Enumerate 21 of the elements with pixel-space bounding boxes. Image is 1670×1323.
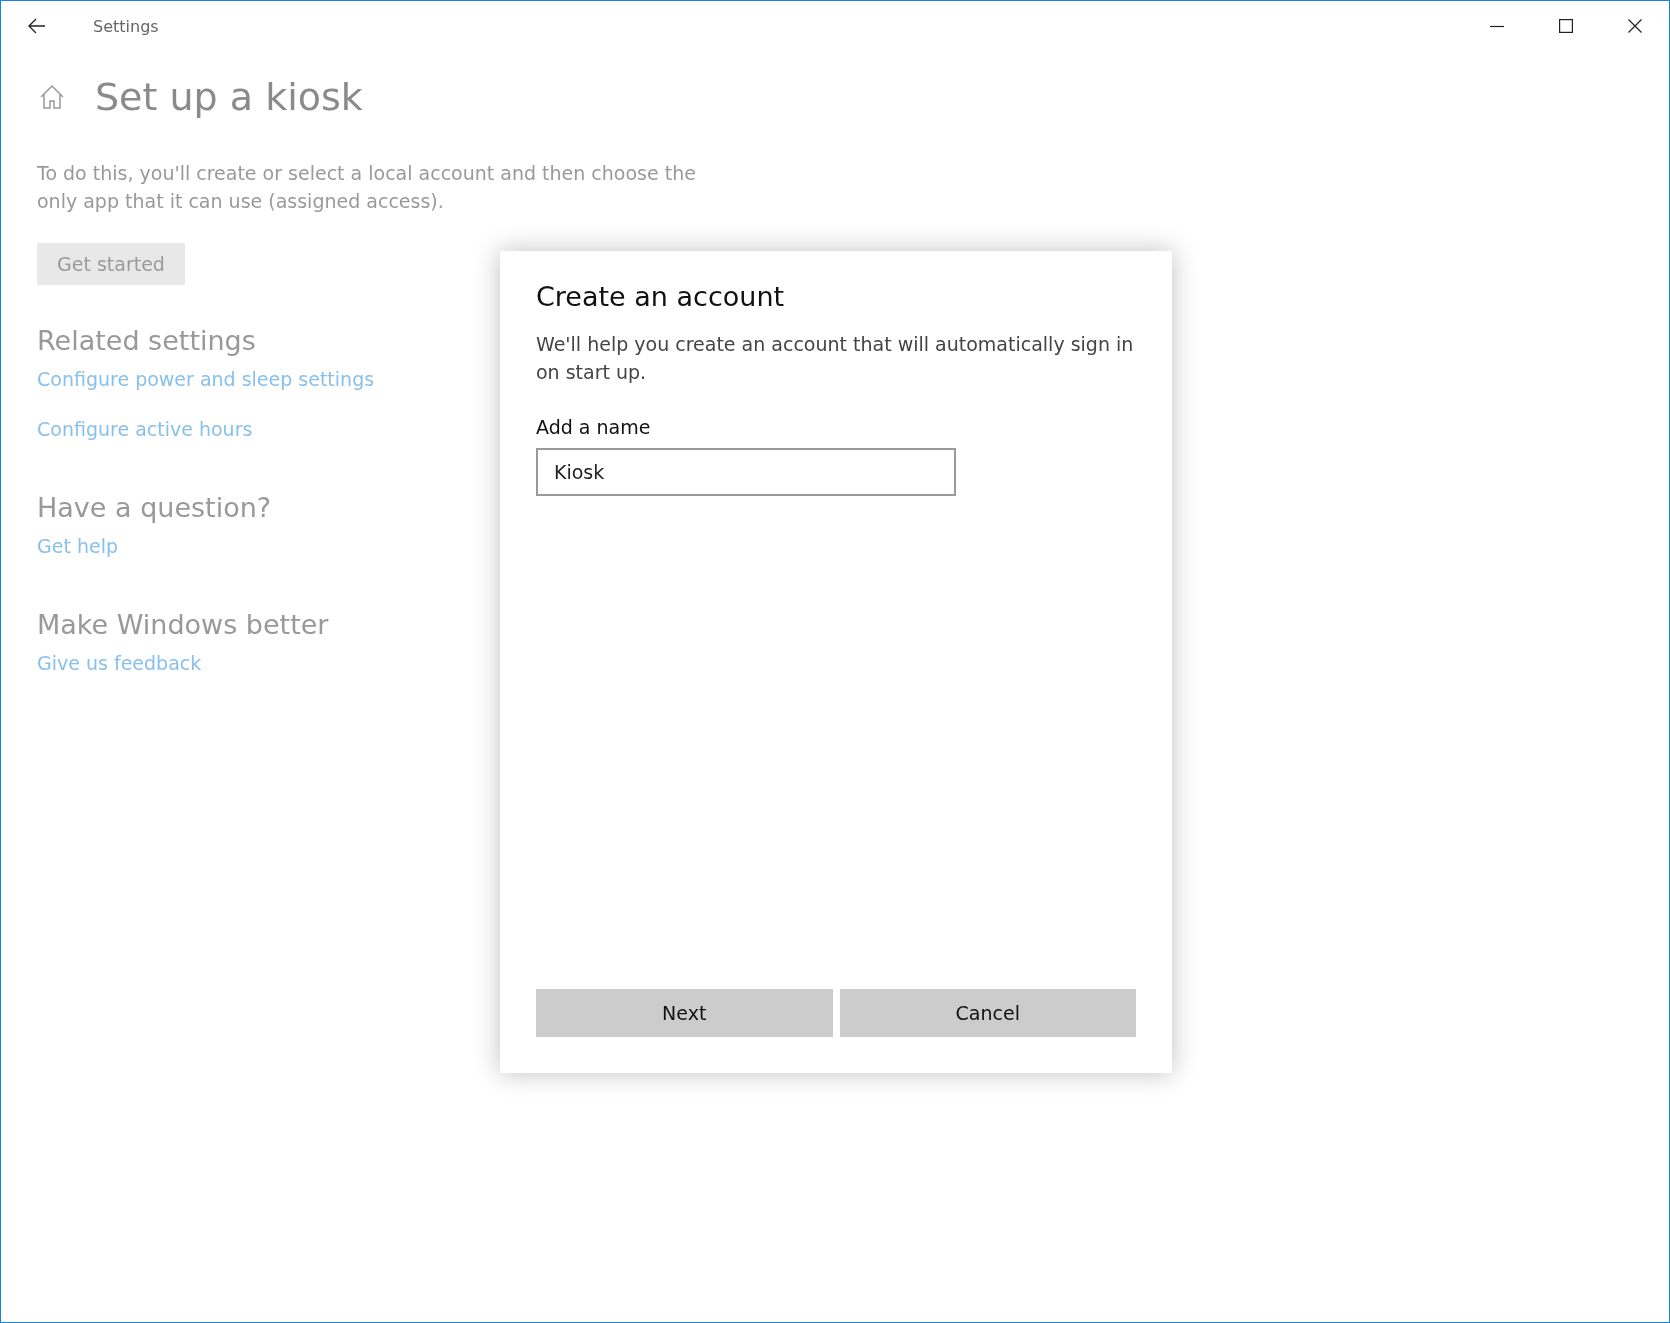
section-heading: Related settings xyxy=(37,325,256,356)
get-started-button[interactable]: Get started xyxy=(37,243,185,285)
dialog-text: We'll help you create an account that will automatically sign in on start up. xyxy=(536,332,1135,385)
name-input-field[interactable]: Kiosk xyxy=(536,448,956,496)
settings-link[interactable]: Give us feedback xyxy=(37,652,202,674)
page-title: Set up a kiosk xyxy=(95,75,363,119)
window-title: Settings xyxy=(93,16,159,36)
dialog-button[interactable]: Cancel xyxy=(839,989,1136,1037)
home-icon xyxy=(39,84,65,110)
description-text: To do this, you'll create or select a local account and then choose the only app that it can use (assigned access). xyxy=(37,161,697,214)
close-icon xyxy=(1627,19,1642,33)
settings-link[interactable]: Configure power and sleep settings xyxy=(37,368,375,390)
maximize-icon xyxy=(1558,19,1573,33)
section-heading: Make Windows better xyxy=(37,609,329,640)
dialog-title: Create an account xyxy=(536,281,786,312)
dialog-button[interactable]: Next xyxy=(536,989,833,1037)
section-heading: Have a question? xyxy=(37,492,272,523)
back-arrow-icon xyxy=(28,18,46,34)
settings-link[interactable]: Get help xyxy=(37,535,118,557)
field-label: Add a name xyxy=(536,416,652,438)
settings-link[interactable]: Configure active hours xyxy=(37,418,253,440)
